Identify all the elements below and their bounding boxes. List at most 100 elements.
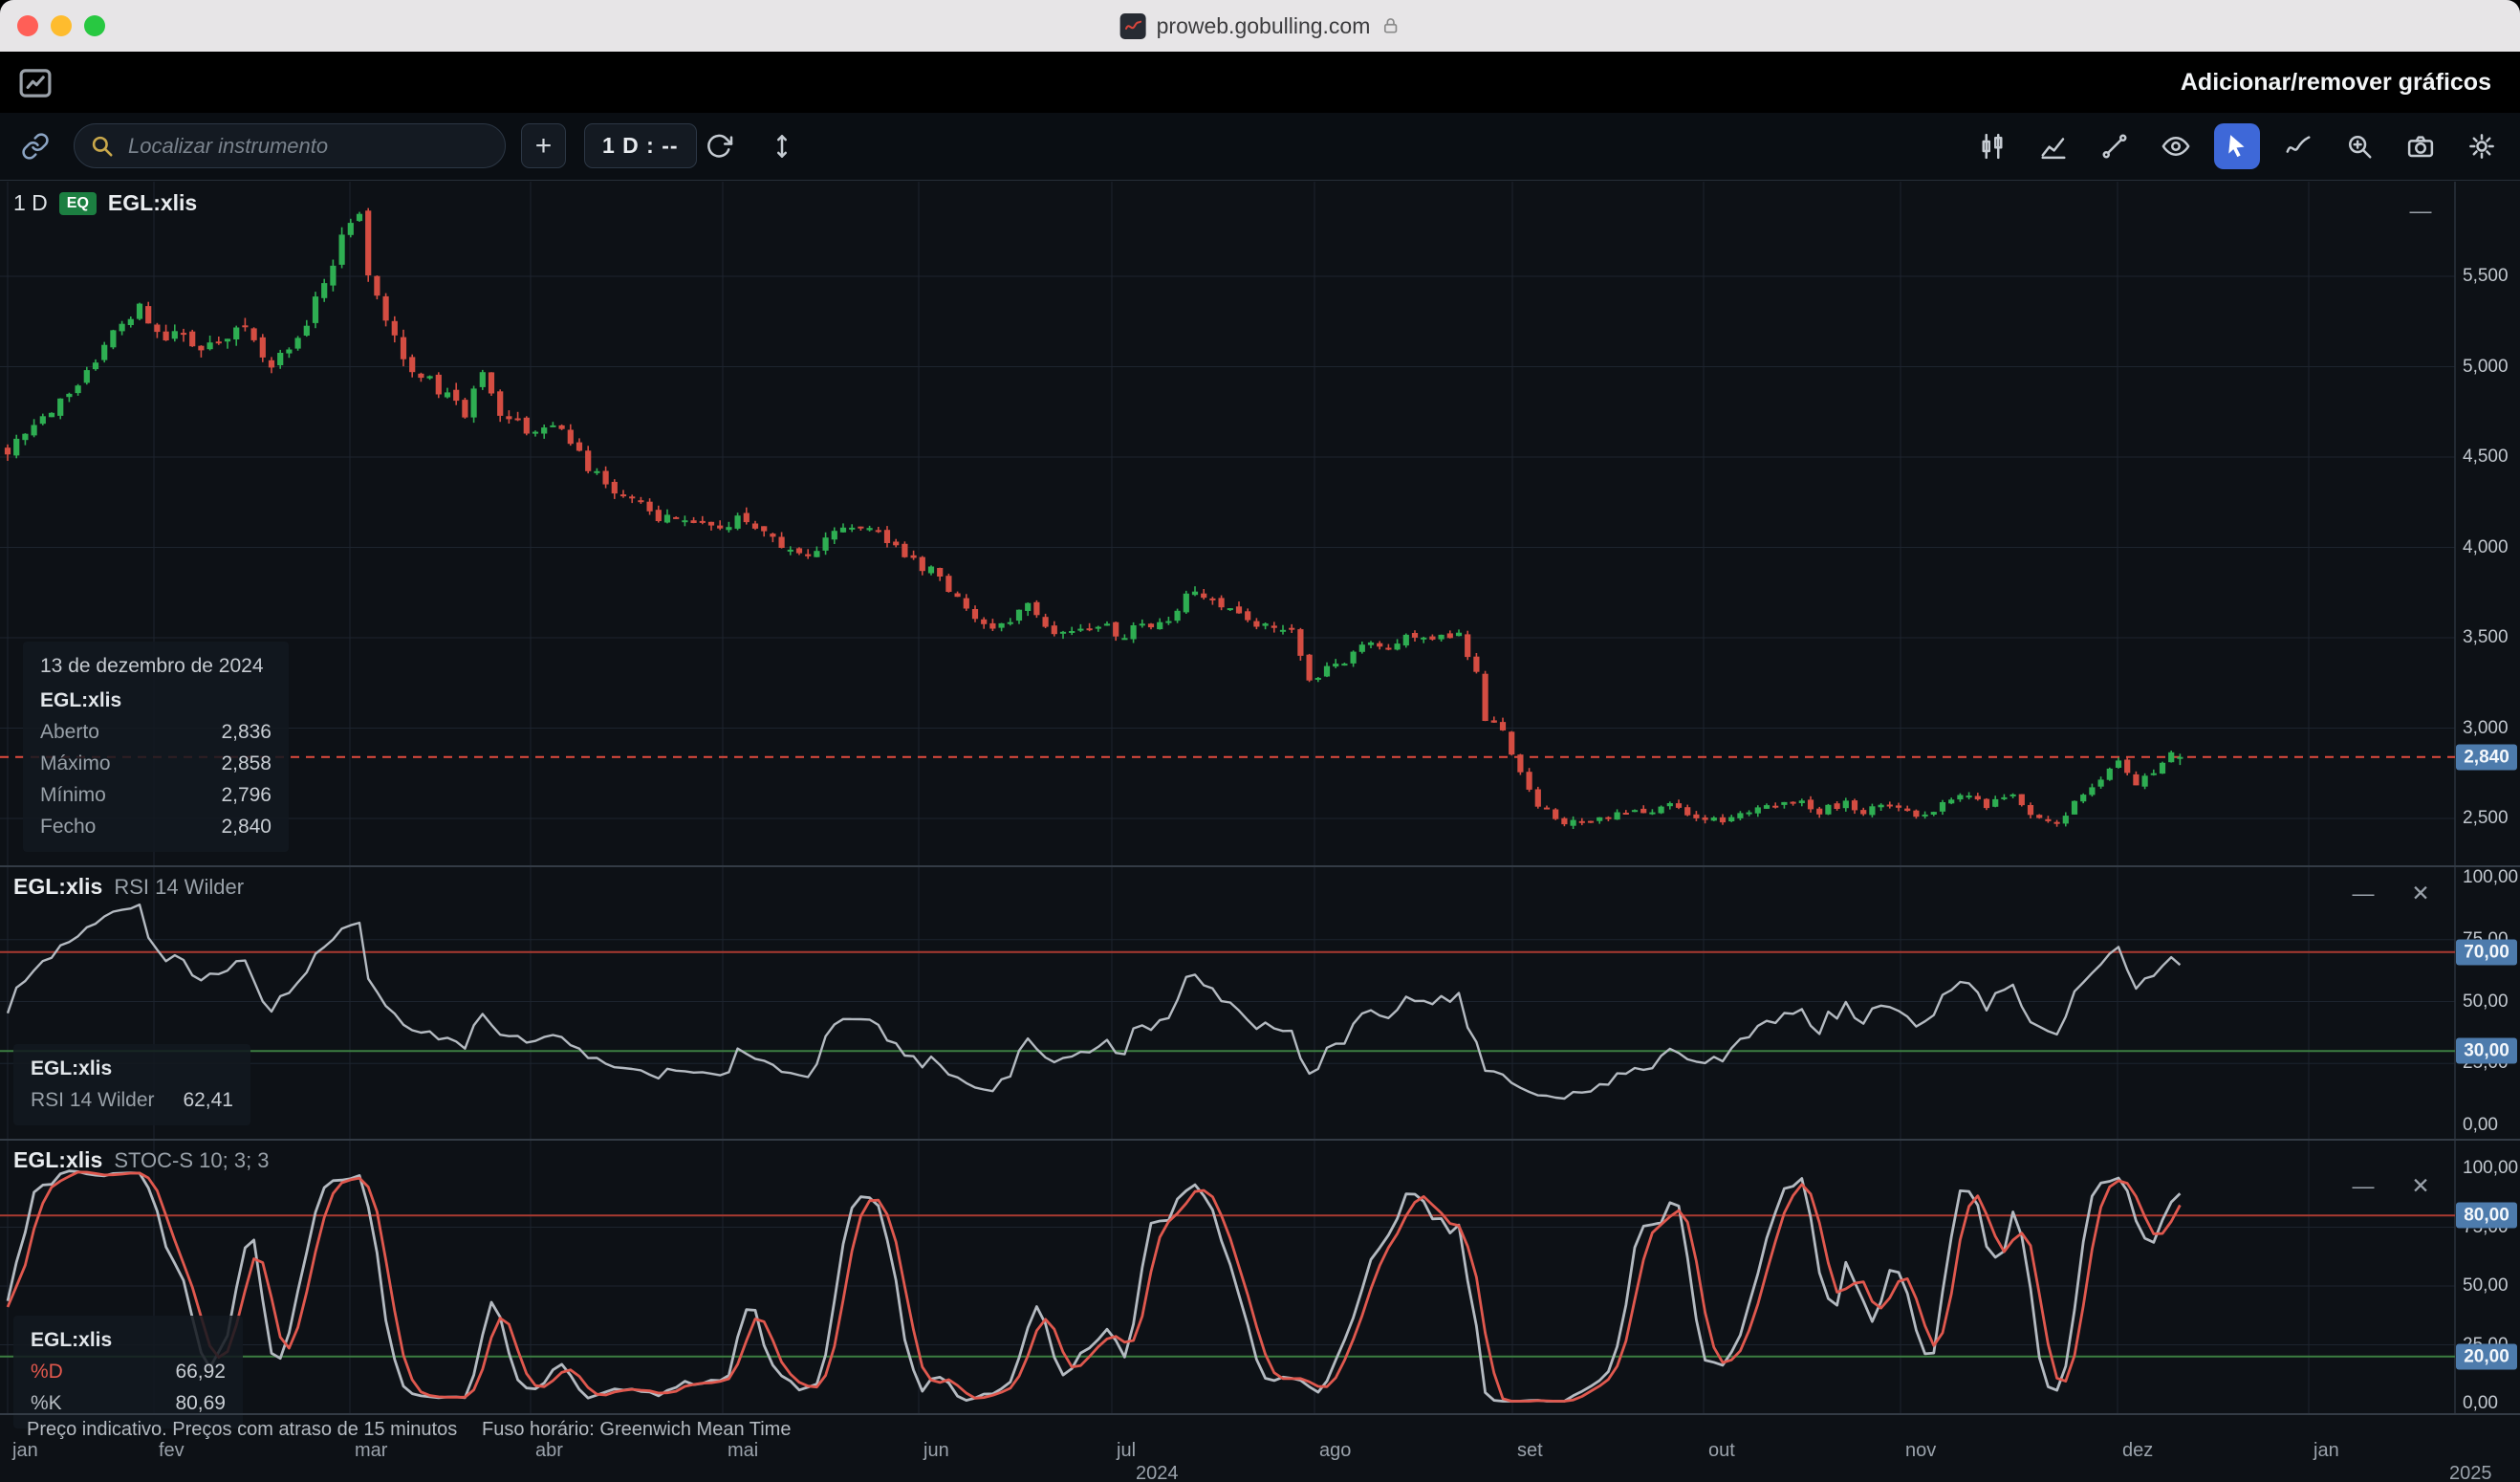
rsi-tooltip-value: 62,41 bbox=[183, 1089, 233, 1112]
freehand-tool-icon bbox=[2284, 132, 2313, 161]
search-input[interactable] bbox=[126, 133, 489, 160]
timezone-notice: Fuso horário: Greenwich Mean Time bbox=[482, 1419, 791, 1441]
stoch-symbol-label: EGL:xlis bbox=[13, 1147, 102, 1173]
link-button[interactable] bbox=[11, 122, 59, 170]
toolbar-right-icons bbox=[1969, 123, 2505, 169]
month-axis-label: jan bbox=[2314, 1440, 2339, 1462]
tooltip-open-value: 2,836 bbox=[221, 721, 272, 744]
tooltip-high-value: 2,858 bbox=[221, 752, 272, 775]
rsi-symbol-label: EGL:xlis bbox=[13, 874, 102, 900]
tooltip-low-label: Mínimo bbox=[40, 784, 106, 807]
window-controls bbox=[17, 15, 105, 36]
tooltip-close-value: 2,840 bbox=[221, 816, 272, 839]
stoch-k-label: %K bbox=[31, 1392, 62, 1415]
app-topbar: Adicionar/remover gráficos bbox=[0, 52, 2520, 113]
month-axis-label: set bbox=[1517, 1440, 1543, 1462]
add-remove-charts-button[interactable]: Adicionar/remover gráficos bbox=[2175, 63, 2497, 101]
rsi-axis-label: 0,00 bbox=[2463, 1115, 2498, 1136]
price-axis-label: 5,000 bbox=[2463, 357, 2509, 378]
month-axis-label: dez bbox=[2122, 1440, 2153, 1462]
rsi-minimize-button[interactable]: — bbox=[2344, 876, 2382, 910]
freehand-tool-button[interactable] bbox=[2275, 123, 2321, 169]
month-axis-label: nov bbox=[1905, 1440, 1936, 1462]
price-axis-label: 2,500 bbox=[2463, 808, 2509, 829]
month-axis-label: ago bbox=[1319, 1440, 1351, 1462]
rsi-tooltip: EGL:xlis RSI 14 Wilder62,41 bbox=[13, 1044, 250, 1125]
tooltip-low-value: 2,796 bbox=[221, 784, 272, 807]
zoom-in-icon bbox=[2345, 132, 2374, 161]
panel-divider bbox=[0, 1413, 2520, 1415]
month-axis-label: jan bbox=[12, 1440, 38, 1462]
year-axis-label: 2025 bbox=[2449, 1463, 2492, 1482]
candlestick-chart-icon bbox=[1978, 132, 2007, 161]
site-favicon bbox=[1120, 13, 1146, 39]
stoch-d-line bbox=[8, 1172, 2180, 1402]
rsi-axis-label: 100,00 bbox=[2463, 867, 2518, 888]
month-axis-label: mar bbox=[355, 1440, 387, 1462]
minimize-window-button[interactable] bbox=[51, 15, 72, 36]
chart-toolbar: + 1 D : -- bbox=[0, 113, 2520, 181]
cursor-tool-button[interactable] bbox=[2214, 123, 2260, 169]
delayed-price-notice: Preço indicativo. Preços com atraso de 1… bbox=[27, 1419, 457, 1441]
rsi-close-button[interactable]: ✕ bbox=[2401, 876, 2440, 910]
address-url[interactable]: proweb.gobulling.com bbox=[1157, 13, 1371, 39]
stoch-axis-label: 100,00 bbox=[2463, 1158, 2518, 1179]
panel-resize-icon bbox=[768, 132, 796, 161]
price-axis-label: 4,500 bbox=[2463, 447, 2509, 468]
stoch-tooltip-symbol: EGL:xlis bbox=[31, 1329, 226, 1352]
tooltip-open-label: Aberto bbox=[40, 721, 99, 744]
rsi-oversold-tag: 30,00 bbox=[2456, 1038, 2517, 1064]
eye-button[interactable] bbox=[2153, 123, 2199, 169]
chart-window-button[interactable] bbox=[15, 63, 55, 103]
price-axis-label: 3,500 bbox=[2463, 627, 2509, 648]
ohlc-tooltip: 13 de dezembro de 2024 EGL:xlis Aberto2,… bbox=[23, 642, 289, 852]
stoch-minimize-button[interactable]: — bbox=[2344, 1168, 2382, 1203]
browser-titlebar: proweb.gobulling.com bbox=[0, 0, 2520, 53]
rsi-axis-label: 50,00 bbox=[2463, 992, 2509, 1013]
stoch-close-button[interactable]: ✕ bbox=[2401, 1168, 2440, 1203]
candlestick-chart-button[interactable] bbox=[1969, 123, 2015, 169]
line-chart-button[interactable] bbox=[2031, 123, 2076, 169]
maximize-window-button[interactable] bbox=[84, 15, 105, 36]
main-chart-minimize-button[interactable]: — bbox=[2401, 193, 2440, 228]
cursor-tool-icon bbox=[2223, 132, 2251, 161]
refresh-icon bbox=[705, 132, 733, 161]
link-icon bbox=[21, 132, 50, 161]
tooltip-date: 13 de dezembro de 2024 bbox=[40, 655, 272, 678]
timeframe-selector[interactable]: 1 D : -- bbox=[584, 123, 697, 168]
equity-badge: EQ bbox=[59, 192, 97, 215]
line-chart-icon bbox=[2039, 132, 2068, 161]
year-axis-label: 2024 bbox=[1136, 1463, 1179, 1482]
close-window-button[interactable] bbox=[17, 15, 38, 36]
interval-label: 1 D bbox=[13, 190, 48, 216]
month-axis-label: jul bbox=[1117, 1440, 1136, 1462]
stoch-oversold-tag: 20,00 bbox=[2456, 1344, 2517, 1370]
stoch-d-value: 66,92 bbox=[175, 1361, 226, 1384]
panel-divider[interactable] bbox=[0, 865, 2520, 867]
month-axis-label: mai bbox=[728, 1440, 758, 1462]
tooltip-high-label: Máximo bbox=[40, 752, 111, 775]
refresh-button[interactable] bbox=[696, 123, 742, 169]
panel-divider[interactable] bbox=[0, 1139, 2520, 1141]
camera-button[interactable] bbox=[2398, 123, 2444, 169]
trendline-tool-button[interactable] bbox=[2092, 123, 2138, 169]
rsi-indicator-label: RSI 14 Wilder bbox=[114, 875, 244, 900]
stoch-axis-label: 50,00 bbox=[2463, 1275, 2509, 1297]
add-instrument-button[interactable]: + bbox=[521, 123, 566, 168]
panel-resize-button[interactable] bbox=[759, 123, 805, 169]
month-axis-label: jun bbox=[923, 1440, 949, 1462]
stoch-indicator-label: STOC-S 10; 3; 3 bbox=[114, 1148, 269, 1173]
candlestick-series bbox=[5, 208, 2183, 829]
chart-canvas[interactable] bbox=[0, 180, 2520, 1414]
rsi-tooltip-label: RSI 14 Wilder bbox=[31, 1089, 155, 1112]
tooltip-close-label: Fecho bbox=[40, 816, 96, 839]
threshold-lines bbox=[0, 952, 2455, 1357]
mini-chart-icon bbox=[15, 63, 55, 103]
settings-button[interactable] bbox=[2459, 123, 2505, 169]
zoom-in-button[interactable] bbox=[2336, 123, 2382, 169]
address-bar[interactable]: proweb.gobulling.com bbox=[1120, 0, 1401, 52]
instrument-search-box[interactable] bbox=[74, 123, 506, 168]
rsi-panel-legend: EGL:xlis RSI 14 Wilder bbox=[13, 874, 244, 900]
price-axis-label: 3,000 bbox=[2463, 718, 2509, 739]
month-axis-label: fev bbox=[159, 1440, 185, 1462]
